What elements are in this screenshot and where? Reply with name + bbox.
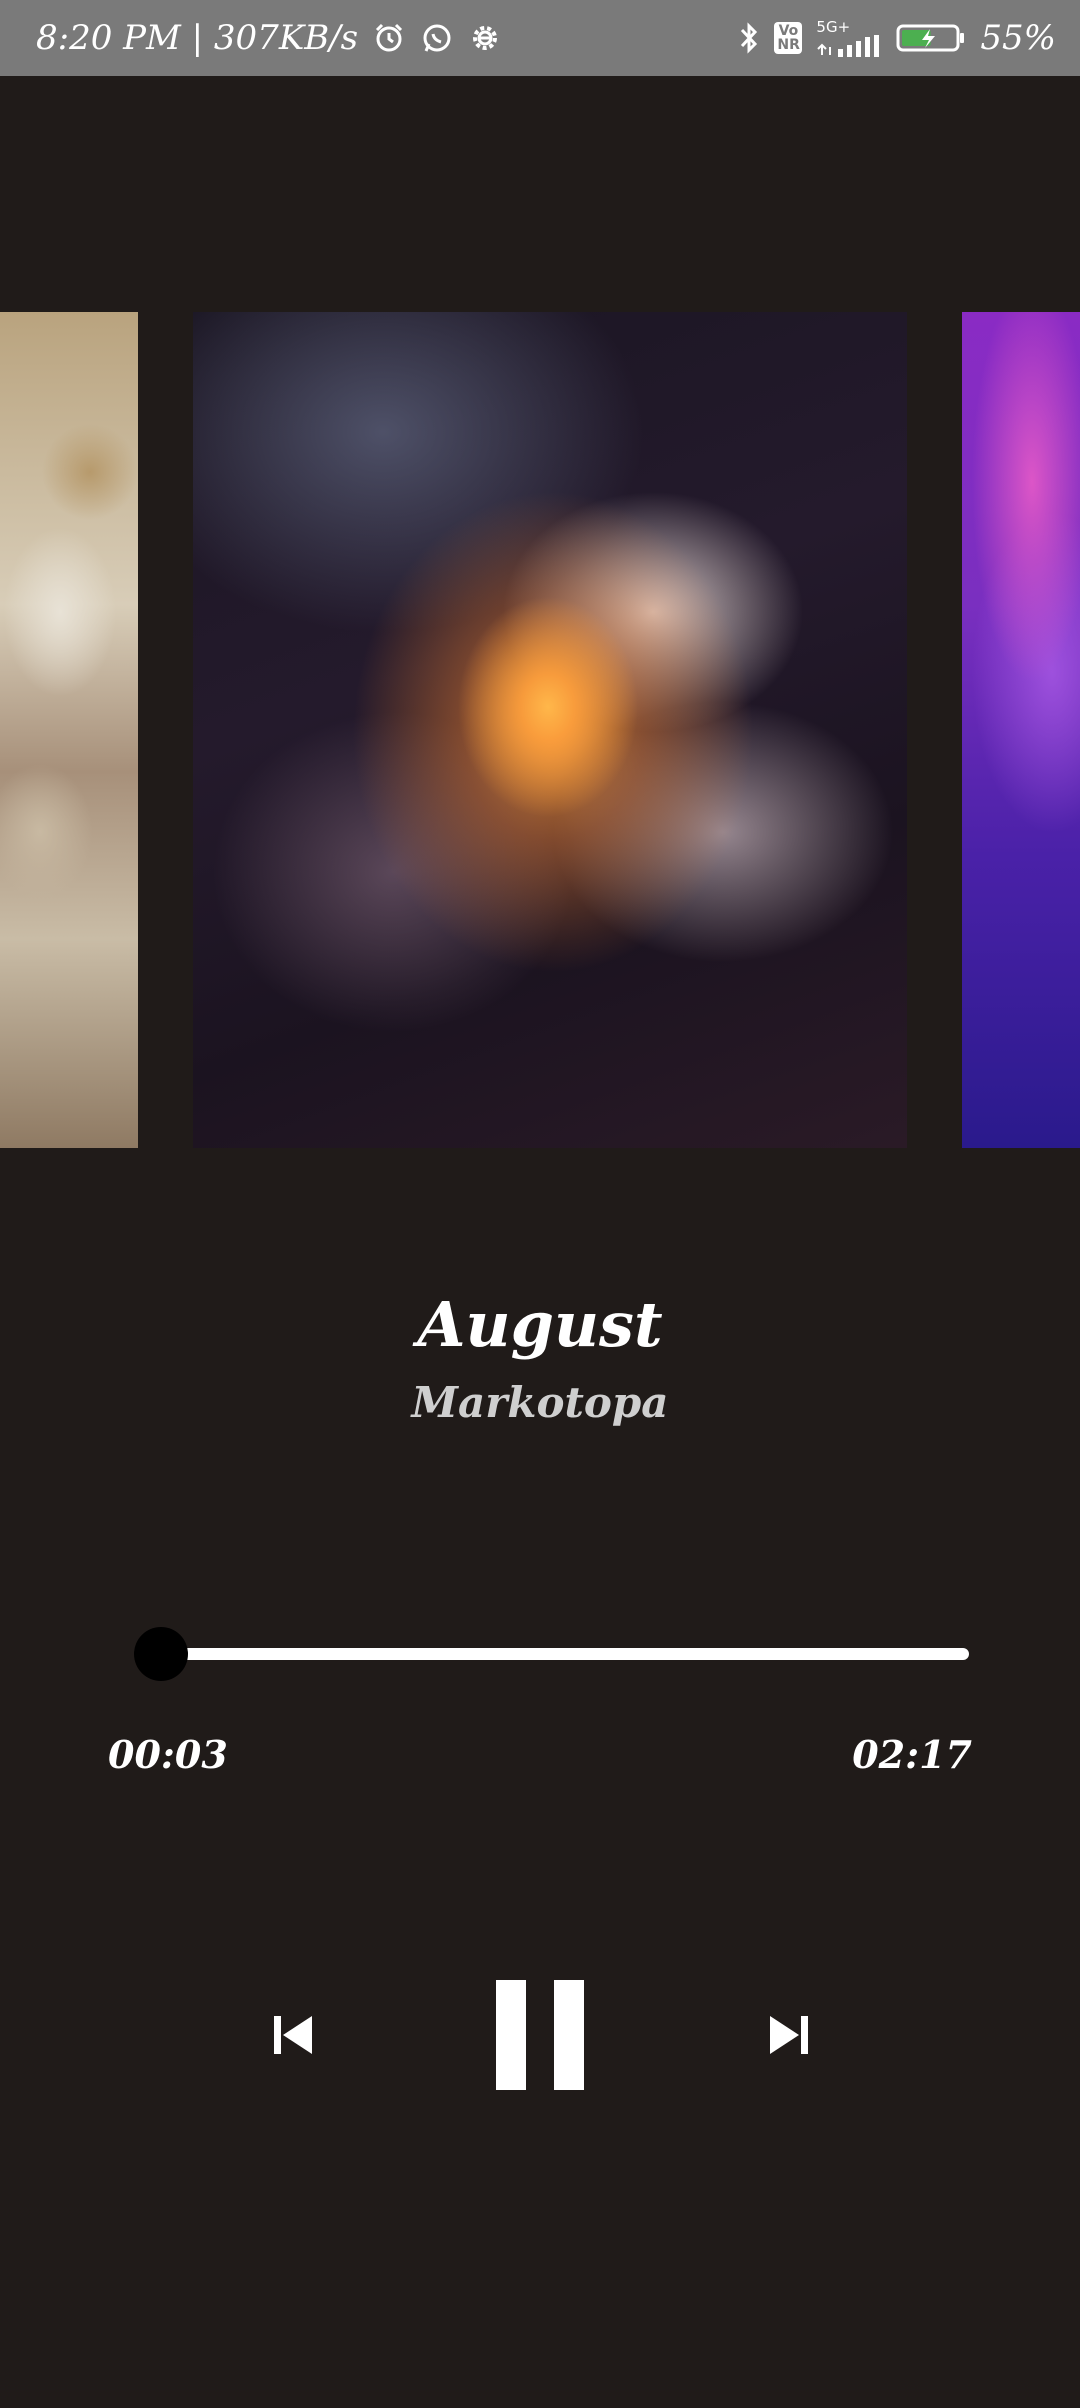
network-type-label: 5G+ (816, 17, 851, 36)
pause-button[interactable] (490, 1980, 590, 2090)
bluetooth-icon (738, 21, 760, 55)
status-bar-left: 8:20 PM | 307KB/s (36, 18, 502, 58)
next-button[interactable] (756, 2010, 822, 2060)
seek-bar[interactable] (135, 1648, 969, 1660)
track-artist: Markotopa (411, 1378, 669, 1427)
battery-percent: 55% (980, 18, 1056, 58)
skip-previous-icon (274, 2016, 312, 2054)
elapsed-time: 00:03 (108, 1732, 228, 1777)
current-album-art[interactable] (193, 312, 907, 1148)
seek-thumb[interactable] (134, 1627, 189, 1681)
previous-button[interactable] (260, 2010, 326, 2060)
whatsapp-icon (420, 21, 454, 55)
battery-charging-icon (896, 21, 966, 55)
settings-gear-icon (468, 21, 502, 55)
playback-controls (0, 1980, 1080, 2090)
volte-badge: Vo NR (774, 22, 803, 54)
track-title: August (417, 1288, 663, 1361)
skip-next-icon (770, 2016, 808, 2054)
album-art-carousel[interactable] (0, 312, 1080, 1148)
status-bar: 8:20 PM | 307KB/s Vo NR 5G+ 55% (0, 0, 1080, 76)
next-album-art[interactable] (962, 312, 1080, 1148)
signal-icon: 5G+ (816, 17, 882, 57)
pause-icon (496, 1980, 584, 2090)
volte-badge-bottom: NR (777, 37, 800, 53)
alarm-icon (372, 21, 406, 55)
total-time: 02:17 (852, 1732, 972, 1777)
status-bar-right: Vo NR 5G+ 55% (738, 18, 1056, 58)
previous-album-art[interactable] (0, 312, 138, 1148)
status-time-speed: 8:20 PM | 307KB/s (36, 18, 359, 58)
